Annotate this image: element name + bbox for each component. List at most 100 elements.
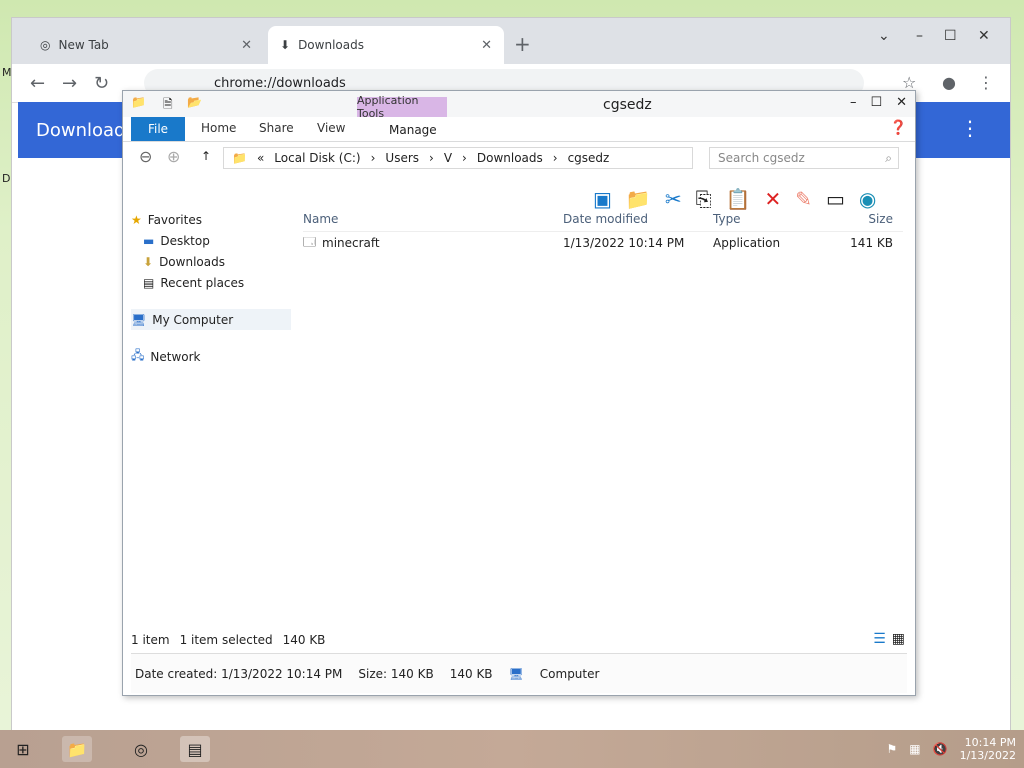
menu-icon[interactable]: ⋮: [978, 73, 994, 92]
breadcrumb-item[interactable]: cgsedz: [568, 151, 610, 165]
network-icon[interactable]: ▦: [909, 742, 920, 756]
url-text: chrome://downloads: [214, 75, 346, 91]
start-button[interactable]: ⊞: [8, 736, 38, 762]
selection-size: 140 KB: [282, 633, 326, 647]
nav-label: Network: [150, 349, 201, 364]
close-tab-icon[interactable]: ✕: [241, 38, 252, 53]
nav-label: Desktop: [160, 233, 210, 248]
breadcrumb-item[interactable]: Users: [385, 151, 419, 165]
volume-icon[interactable]: 🔇: [933, 742, 948, 756]
status-bar: 1 item 1 item selected 140 KB: [131, 633, 325, 647]
selection-count: 1 item selected: [179, 633, 273, 647]
details-view-icon[interactable]: ☰: [873, 631, 886, 647]
back-icon[interactable]: ⊖: [139, 147, 152, 166]
close-icon[interactable]: ✕: [896, 95, 907, 110]
tab-downloads[interactable]: ⬇ Downloads ✕: [268, 26, 504, 64]
tab-label: New Tab: [58, 38, 109, 52]
nav-item-desktop[interactable]: ▬ Desktop: [131, 230, 291, 251]
nav-computer[interactable]: 🖥 My Computer: [131, 309, 291, 330]
reload-icon[interactable]: ↻: [94, 73, 109, 94]
computer-icon: 🖥: [131, 312, 147, 327]
breadcrumb-item[interactable]: Downloads: [477, 151, 543, 165]
downloads-folder-icon: ⬇: [143, 254, 154, 269]
nav-favorites[interactable]: ★ Favorites: [131, 209, 291, 230]
column-name[interactable]: Name: [303, 212, 563, 226]
folder-icon: 📁: [131, 95, 146, 109]
minimize-icon[interactable]: –: [850, 95, 857, 110]
app-taskbar-icon[interactable]: ▤: [180, 736, 210, 762]
details-pane: Date created: 1/13/2022 10:14 PM Size: 1…: [131, 653, 907, 693]
column-label: Name: [303, 212, 339, 226]
properties-icon[interactable]: 🗎: [163, 95, 173, 116]
column-date[interactable]: Date modified: [563, 212, 713, 226]
flag-icon[interactable]: ⚑: [887, 742, 898, 756]
forward-icon[interactable]: ⊕: [167, 147, 180, 166]
desktop-icon-label: D: [2, 172, 11, 185]
more-icon[interactable]: ⋮: [960, 116, 980, 140]
new-folder-icon[interactable]: 📂: [187, 95, 202, 109]
column-headers: Name Date modified Type Size: [303, 207, 903, 232]
profile-icon[interactable]: ●: [942, 73, 956, 92]
nav-label: Favorites: [147, 212, 202, 227]
date-created: Date created: 1/13/2022 10:14 PM: [135, 666, 343, 681]
column-size[interactable]: Size: [823, 212, 893, 226]
breadcrumb-overflow[interactable]: «: [257, 151, 264, 165]
details-size: Size: 140 KB: [358, 666, 434, 681]
chrome-taskbar-icon[interactable]: ◎: [126, 736, 156, 762]
tab-search-icon[interactable]: ⌄: [878, 28, 890, 44]
up-icon[interactable]: ↑: [201, 149, 211, 163]
nav-network[interactable]: 🖧 Network: [131, 346, 291, 367]
desktop-icon-label: M: [2, 66, 12, 79]
search-placeholder: Search cgsedz: [718, 151, 805, 165]
forward-icon[interactable]: →: [62, 73, 77, 94]
context-tab-header: Application Tools: [357, 94, 447, 120]
search-icon: ⌕: [885, 150, 892, 165]
table-row[interactable]: 🗔 minecraft 1/13/2022 10:14 PM Applicati…: [303, 232, 903, 254]
chevron-right-icon: ›: [429, 151, 434, 165]
details-size-short: 140 KB: [449, 666, 493, 681]
nav-label: Recent places: [160, 275, 245, 290]
tab-manage[interactable]: Manage: [389, 123, 437, 137]
tab-home[interactable]: Home: [201, 121, 236, 135]
close-tab-icon[interactable]: ✕: [481, 38, 492, 53]
address-bar[interactable]: 📁 « Local Disk (C:) › Users › V › Downlo…: [223, 147, 693, 169]
breadcrumb-item[interactable]: Local Disk (C:): [274, 151, 360, 165]
search-input[interactable]: Search cgsedz ⌕: [709, 147, 899, 169]
help-icon[interactable]: ❓: [890, 120, 907, 136]
close-window-icon[interactable]: ✕: [978, 28, 990, 44]
file-explorer-taskbar-icon[interactable]: 📁: [62, 736, 92, 762]
star-icon: ★: [131, 212, 142, 227]
tab-file[interactable]: File: [131, 117, 185, 141]
column-type[interactable]: Type: [713, 212, 823, 226]
tab-new-tab[interactable]: ◎ New Tab ✕: [28, 26, 264, 64]
minimize-icon[interactable]: –: [916, 28, 923, 44]
clock[interactable]: 10:14 PM 1/13/2022: [960, 736, 1016, 762]
download-icon: ⬇: [280, 38, 291, 52]
maximize-icon[interactable]: ☐: [870, 95, 882, 110]
file-list: Name Date modified Type Size 🗔 minecraft…: [303, 207, 903, 647]
file-name: minecraft: [322, 236, 380, 250]
chevron-right-icon: ›: [370, 151, 376, 165]
maximize-icon[interactable]: ☐: [944, 28, 957, 44]
details-location: Computer: [539, 666, 600, 681]
view-buttons: ☰ ▦: [873, 631, 905, 647]
plus-icon[interactable]: +: [514, 32, 531, 56]
ribbon-tabs: File Home Share View Manage ❓: [123, 117, 915, 142]
chrome-logo-icon: ◎: [40, 38, 51, 52]
clock-time: 10:14 PM: [964, 736, 1016, 749]
nav-item-downloads[interactable]: ⬇ Downloads: [131, 251, 291, 272]
breadcrumb-item[interactable]: V: [444, 151, 452, 165]
large-icons-view-icon[interactable]: ▦: [892, 631, 905, 647]
tab-share[interactable]: Share: [259, 121, 294, 135]
back-icon[interactable]: ←: [30, 73, 45, 94]
clock-date: 1/13/2022: [959, 749, 1016, 762]
window-title: cgsedz: [603, 97, 652, 113]
taskbar: ⊞ 📁 ◎ ▤ ⚑ ▦ 🔇 10:14 PM 1/13/2022: [0, 730, 1024, 768]
nav-item-recent[interactable]: ▤ Recent places: [131, 272, 291, 293]
system-tray: ⚑ ▦ 🔇 10:14 PM 1/13/2022: [887, 736, 1016, 762]
tab-view[interactable]: View: [317, 121, 345, 135]
computer-icon: 🖥: [508, 666, 524, 681]
chevron-right-icon: ›: [552, 151, 558, 165]
file-size: 141 KB: [850, 236, 893, 250]
item-count: 1 item: [131, 633, 170, 647]
